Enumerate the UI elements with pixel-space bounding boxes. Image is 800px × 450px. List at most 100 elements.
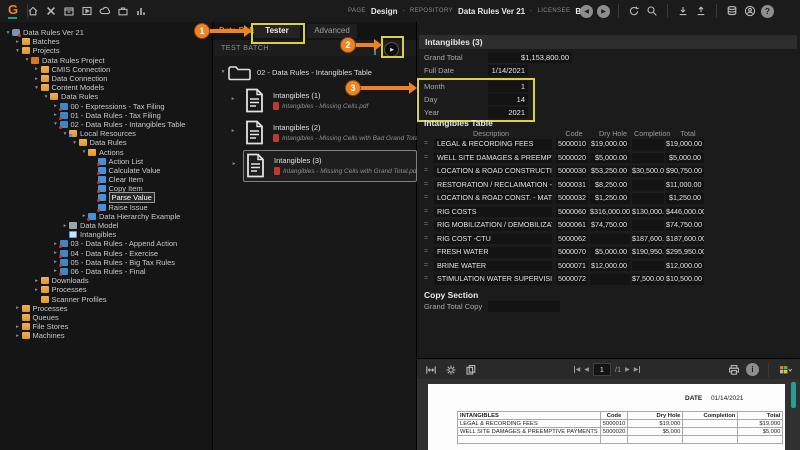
cell-total[interactable]: $74,750.00 xyxy=(666,220,704,231)
tree-item-machines[interactable]: ▸ Machines xyxy=(0,331,212,340)
expand-arrow-icon[interactable]: ▸ xyxy=(229,128,237,134)
expand-arrow-icon[interactable]: ▸ xyxy=(33,278,41,284)
cell-code[interactable]: 5000062 xyxy=(556,233,588,244)
tree-item-data-rules[interactable]: ▾ Data Rules xyxy=(0,138,212,147)
tree-item-local-resources[interactable]: ▾ Local Resources xyxy=(0,129,212,138)
cell-completion[interactable]: $7,500.00 xyxy=(632,274,664,285)
expand-arrow-icon[interactable]: ▸ xyxy=(230,161,238,167)
tree-item-file-stores[interactable]: ▸ File Stores xyxy=(0,322,212,331)
row-handle-icon[interactable]: = xyxy=(422,180,430,191)
database-icon[interactable] xyxy=(725,4,739,18)
tree-item-batches[interactable]: ▸ Batches xyxy=(0,37,212,46)
tree-item-content-models[interactable]: ▾ Content Models xyxy=(0,83,212,92)
cell-code[interactable]: 5000061 xyxy=(556,220,588,231)
expand-arrow-icon[interactable]: ▸ xyxy=(33,66,41,72)
render-icon[interactable] xyxy=(444,363,458,377)
cell-total[interactable]: $446,000.00 xyxy=(666,206,704,217)
field-value[interactable]: 1/14/2021 xyxy=(488,65,528,76)
cell-total[interactable]: $11,000.00 xyxy=(666,179,704,190)
cell-completion[interactable] xyxy=(632,152,664,163)
page-number-input[interactable]: 1 xyxy=(592,363,611,376)
forward-icon[interactable]: ▶ xyxy=(597,4,610,18)
cell-completion[interactable]: $190,950.00 xyxy=(632,247,664,258)
cell-description[interactable]: RESTORATION / RECLAIMATION - FINAL xyxy=(434,179,552,190)
first-page-icon[interactable]: ◀ xyxy=(573,366,580,373)
expand-arrow-icon[interactable]: ▾ xyxy=(42,94,50,100)
row-handle-icon[interactable]: = xyxy=(422,139,430,150)
design-tools-icon[interactable] xyxy=(44,4,58,18)
cell-completion[interactable]: $30,500.00 xyxy=(632,166,664,177)
row-handle-icon[interactable]: = xyxy=(422,234,430,245)
cell-total[interactable]: $1,250.00 xyxy=(666,193,704,204)
cell-total[interactable]: $12,000.00 xyxy=(666,260,704,271)
tree-item-calculate-value[interactable]: Calculate Value xyxy=(0,166,212,175)
print-icon[interactable] xyxy=(727,363,741,377)
row-handle-icon[interactable]: = xyxy=(422,207,430,218)
tree-item-actions[interactable]: ▾ Actions xyxy=(0,147,212,157)
cell-dry-hole[interactable]: $316,000.00 xyxy=(590,206,630,217)
grooper-logo-icon[interactable]: G xyxy=(5,1,21,21)
tree-item-action-list[interactable]: Action List xyxy=(0,157,212,166)
expand-arrow-icon[interactable]: ▸ xyxy=(14,305,22,311)
batch-doc-row[interactable]: ▸ Intangibles (1) Intangibles - Missing Ce… xyxy=(232,86,415,116)
tree-item-copy-item[interactable]: Copy Item xyxy=(0,184,212,194)
expand-arrow-icon[interactable]: ▾ xyxy=(23,57,31,63)
tree-item-01-data-rules-tax-filing[interactable]: ▸ 01 - Data Rules - Tax Filing xyxy=(0,111,212,120)
field-value[interactable]: $1,153,800.00 xyxy=(488,52,572,63)
tree-item-clear-item[interactable]: Clear Item xyxy=(0,175,212,185)
tree-item-02-data-rules-intangibles-table[interactable]: ▾ 02 - Data Rules - Intangibles Table xyxy=(0,120,212,129)
copy-field-value[interactable] xyxy=(488,301,560,312)
cell-completion[interactable]: $187,600.00 xyxy=(632,233,664,244)
fit-width-icon[interactable] xyxy=(424,363,438,377)
expand-arrow-icon[interactable]: ▾ xyxy=(219,69,227,75)
expand-arrow-icon[interactable]: ▾ xyxy=(33,85,41,91)
prev-page-icon[interactable]: ◀ xyxy=(584,366,589,373)
cell-description[interactable]: LEGAL & RECORDING FEES xyxy=(434,139,552,150)
cell-total[interactable]: $295,950.00 xyxy=(666,247,704,258)
search-icon[interactable] xyxy=(645,4,659,18)
tree-item-03-data-rules-append-action[interactable]: ▸ 03 - Data Rules - Append Action xyxy=(0,239,212,249)
tree-item-intangibles[interactable]: Intangibles xyxy=(0,230,212,239)
tree-item-06-data-rules-final[interactable]: ▸ 06 - Data Rules - Final xyxy=(0,267,212,276)
tree-item-queues[interactable]: Queues xyxy=(0,313,212,322)
cell-description[interactable]: LOCATION & ROAD CONST. - MATERIALS xyxy=(434,193,552,204)
cell-completion[interactable] xyxy=(632,179,664,190)
tree-item-downloads[interactable]: ▸ Downloads xyxy=(0,276,212,285)
cell-description[interactable]: STIMULATION WATER SUPERVISION xyxy=(434,274,552,285)
cell-code[interactable]: 5000032 xyxy=(556,193,588,204)
upload-icon[interactable] xyxy=(694,4,708,18)
cell-total[interactable]: $90,750.00 xyxy=(666,166,704,177)
cell-dry-hole[interactable]: $53,250.00 xyxy=(590,166,630,177)
cell-dry-hole[interactable]: $12,000.00 xyxy=(590,260,630,271)
pages-icon[interactable] xyxy=(464,363,478,377)
media-icon[interactable] xyxy=(80,4,94,18)
home-icon[interactable] xyxy=(26,4,40,18)
cell-code[interactable]: 5000070 xyxy=(556,247,588,258)
cell-description[interactable]: RIG COST -CTU xyxy=(434,233,552,244)
field-value[interactable]: 14 xyxy=(488,94,528,105)
tree-item-data-hierarchy-example[interactable]: ▸ Data Hierarchy Example xyxy=(0,212,212,221)
cell-description[interactable]: RIG COSTS xyxy=(434,206,552,217)
cell-total[interactable]: $10,500.00 xyxy=(666,274,704,285)
expand-arrow-icon[interactable]: ▸ xyxy=(61,223,69,229)
row-handle-icon[interactable]: = xyxy=(422,274,430,285)
last-page-icon[interactable]: ▶ xyxy=(634,366,641,373)
back-icon[interactable]: ◀ xyxy=(580,4,593,18)
expand-arrow-icon[interactable]: ▾ xyxy=(61,131,69,137)
cell-total[interactable]: $5,000.00 xyxy=(666,152,704,163)
row-handle-icon[interactable]: = xyxy=(422,166,430,177)
row-handle-icon[interactable]: = xyxy=(422,193,430,204)
tree-item-00-expressions-tax-filing[interactable]: ▸ 00 - Expressions - Tax Filing xyxy=(0,102,212,111)
cell-code[interactable]: 5000030 xyxy=(556,166,588,177)
expand-arrow-icon[interactable]: ▾ xyxy=(14,48,22,54)
batch-doc-row[interactable]: ▸ Intangibles (2) Intangibles - Missing Ce… xyxy=(232,118,431,148)
briefcase-icon[interactable] xyxy=(116,4,130,18)
cell-description[interactable]: FRESH WATER xyxy=(434,247,552,258)
tree-item-data-rules-ver-21[interactable]: ▾ Data Rules Ver 21 xyxy=(0,28,212,38)
expand-arrow-icon[interactable]: ▸ xyxy=(33,287,41,293)
layout-icon[interactable] xyxy=(778,363,792,377)
tree-item-data-rules-project[interactable]: ▾ Data Rules Project xyxy=(0,56,212,65)
cell-description[interactable]: LOCATION & ROAD CONSTRUCTION xyxy=(434,166,552,177)
expand-arrow-icon[interactable]: ▸ xyxy=(14,333,22,339)
cell-dry-hole[interactable]: $5,000.00 xyxy=(590,152,630,163)
